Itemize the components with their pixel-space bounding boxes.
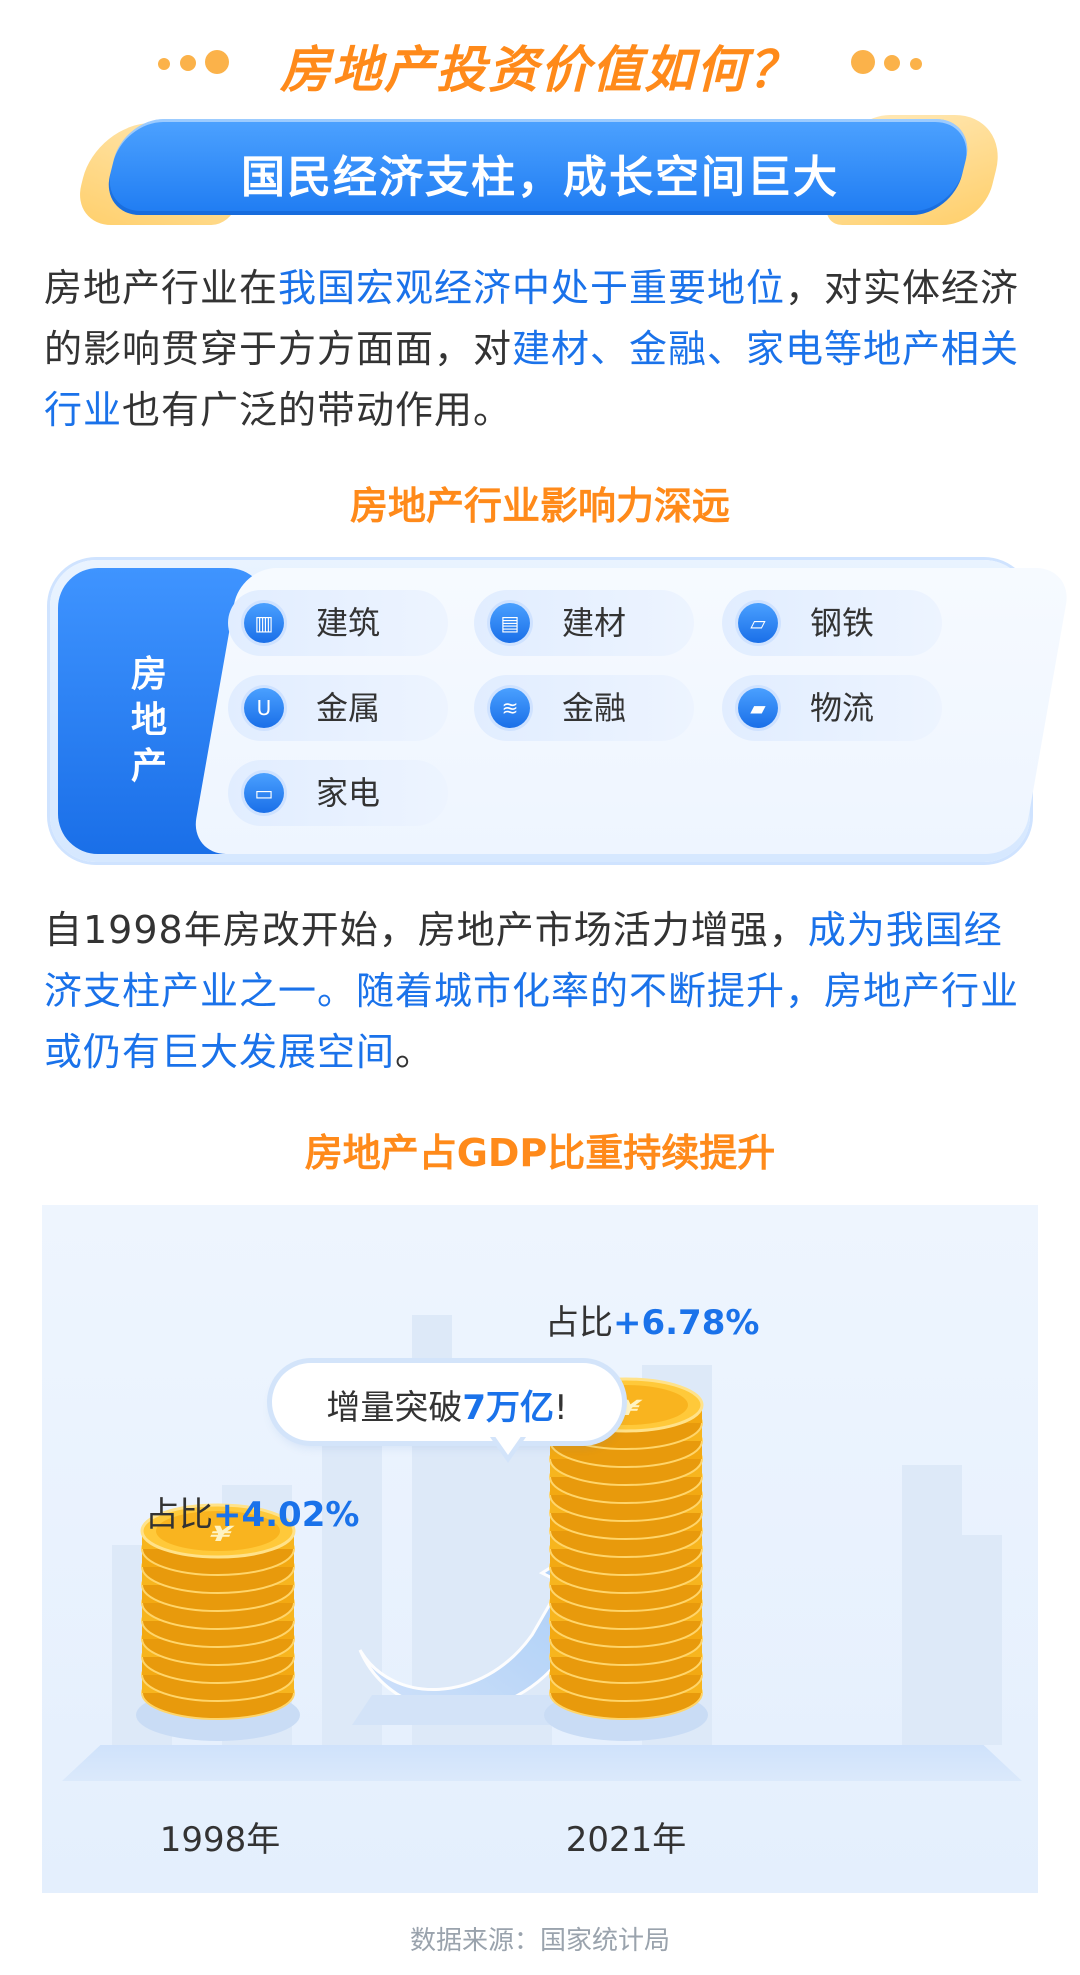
industry-label: 建筑 xyxy=(316,604,381,642)
magnet-icon: U xyxy=(244,688,284,728)
industry-chip-steel: ▱ 钢铁 xyxy=(722,590,942,656)
materials-icon: ▤ xyxy=(490,603,530,643)
panel-label: 房地产 xyxy=(130,654,169,787)
industry-panel: 房地产 ▥ 建筑 ▤ 建材 ▱ 钢铁 U 金属 ≋ 金融 ▰ 物流 ▭ 家电 xyxy=(50,560,1073,862)
intro-paragraph: 房地产行业在我国宏观经济中处于重要地位，对实体经济的影响贯穿于方方面面，对建材、… xyxy=(44,258,1039,441)
industry-label: 建材 xyxy=(562,604,627,642)
industry-label: 家电 xyxy=(316,774,381,812)
growth-text: 。 xyxy=(395,1030,435,1074)
industry-label: 金融 xyxy=(562,689,627,727)
bubble-text: 增量突破7万亿! xyxy=(272,1380,622,1429)
decor-dot xyxy=(910,58,922,70)
decor-dot xyxy=(851,50,875,74)
building-icon: ▥ xyxy=(244,603,284,643)
influence-title: 房地产行业影响力深远 xyxy=(349,484,730,528)
title-row: 房地产投资价值如何？ xyxy=(0,28,1080,99)
bubble-suffix: ! xyxy=(554,1388,568,1428)
share-label-2021: 占比+6.78% xyxy=(545,1295,759,1344)
industry-label: 金属 xyxy=(316,689,381,727)
year-label-2021: 2021年 xyxy=(565,1820,687,1860)
decor-dot xyxy=(884,55,900,71)
growth-paragraph: 自1998年房改开始，房地产市场活力增强，成为我国经济支柱产业之一。随着城市化率… xyxy=(44,900,1039,1083)
section-banner: 国民经济支柱，成长空间巨大 xyxy=(71,115,1010,225)
intro-highlight: 我国宏观经济中处于重要地位 xyxy=(278,266,786,310)
steel-icon: ▱ xyxy=(738,603,778,643)
industry-chip-appliance: ▭ 家电 xyxy=(228,760,448,826)
industry-chip-finance: ≋ 金融 xyxy=(474,675,694,741)
increment-bubble: 增量突破7万亿! xyxy=(272,1363,622,1441)
intro-text: 也有广泛的带动作用。 xyxy=(122,388,513,432)
bubble-tail-inner xyxy=(494,1435,522,1455)
appliance-icon: ▭ xyxy=(244,773,284,813)
intro-text: 房地产行业在 xyxy=(44,266,279,310)
share-label-1998: 占比+4.02% xyxy=(145,1487,359,1536)
data-source: 数据来源：国家统计局 xyxy=(409,1926,670,1956)
year-label-1998: 1998年 xyxy=(159,1820,281,1860)
industry-chip-materials: ▤ 建材 xyxy=(474,590,694,656)
industry-chip-logistics: ▰ 物流 xyxy=(722,675,942,741)
banner-text: 国民经济支柱，成长空间巨大 xyxy=(241,152,839,203)
growth-text: 自1998年房改开始，房地产市场活力增强， xyxy=(44,908,808,952)
industry-label: 物流 xyxy=(810,689,875,727)
share-prefix: 占比 xyxy=(545,1303,613,1343)
coin-stack-1998年: ¥ xyxy=(136,1503,300,1741)
coins-icon: ≋ xyxy=(490,688,530,728)
share-prefix: 占比 xyxy=(145,1495,213,1535)
truck-icon: ▰ xyxy=(738,688,778,728)
bubble-prefix: 增量突破 xyxy=(326,1388,463,1428)
coin-stacks: ¥¥ xyxy=(136,1377,708,1741)
share-value: +6.78% xyxy=(613,1303,760,1343)
gdp-illustration: ¥ ¥ 增量突破7万亿! 占比+4.02% 占比+6.78% 1998年 2021… xyxy=(42,1205,1038,1893)
industry-chip-building: ▥ 建筑 xyxy=(228,590,448,656)
gdp-title: 房地产占GDP比重持续提升 xyxy=(304,1131,776,1175)
bubble-value: 7万亿 xyxy=(462,1388,555,1428)
industry-label: 钢铁 xyxy=(810,604,875,642)
industry-chip-metal: U 金属 xyxy=(228,675,448,741)
share-value: +4.02% xyxy=(213,1495,360,1535)
